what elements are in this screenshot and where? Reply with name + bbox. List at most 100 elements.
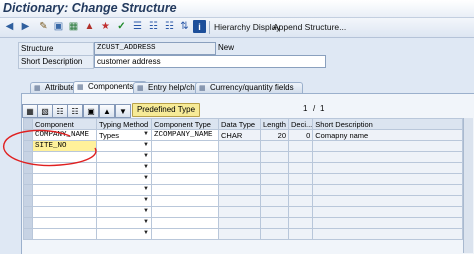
help-icon[interactable]: i bbox=[193, 20, 206, 33]
short-description-label: Short Description bbox=[18, 55, 94, 69]
tab-label: Components bbox=[88, 82, 134, 91]
length-cell bbox=[260, 173, 289, 185]
length-cell bbox=[260, 184, 289, 196]
short-description-cell bbox=[312, 195, 464, 207]
arrow-left-icon[interactable]: ◀ bbox=[3, 20, 16, 33]
typing-method-cell[interactable]: ▼ bbox=[96, 195, 152, 207]
component-cell[interactable] bbox=[32, 217, 97, 229]
typing-method-cell[interactable]: ▼ bbox=[96, 184, 152, 196]
row-selector[interactable] bbox=[23, 228, 33, 240]
typing-method-cell[interactable]: ▼ bbox=[96, 206, 152, 218]
hierarchy-display-button[interactable]: Hierarchy Display bbox=[214, 22, 281, 32]
column-header[interactable]: Component Type bbox=[151, 118, 219, 130]
data-type-cell: CHAR bbox=[218, 129, 261, 141]
paste-icon[interactable]: ☷ bbox=[67, 104, 83, 118]
dropdown-arrow-icon[interactable]: ▼ bbox=[143, 186, 149, 192]
component-type-cell[interactable] bbox=[151, 206, 219, 218]
edit-icon[interactable]: ▣ bbox=[52, 20, 65, 33]
column-header[interactable]: Data Type bbox=[218, 118, 261, 130]
cut-icon[interactable]: ▣ bbox=[83, 104, 99, 118]
transport-icon[interactable]: ▲ bbox=[83, 20, 96, 33]
activate-icon[interactable]: ★ bbox=[99, 20, 112, 33]
column-header[interactable]: Deci... bbox=[287, 118, 314, 130]
tab-currency-quantity[interactable]: ▦ Currency/quantity fields bbox=[195, 82, 303, 93]
dropdown-arrow-icon[interactable]: ▼ bbox=[143, 175, 149, 181]
window-title: Dictionary: Change Structure bbox=[3, 1, 177, 15]
data-type-cell bbox=[218, 173, 261, 185]
row-selector[interactable] bbox=[23, 184, 33, 196]
append-structure-button[interactable]: Append Structure... bbox=[273, 22, 346, 32]
short-description-cell: Comapny name bbox=[312, 129, 464, 141]
dropdown-arrow-icon[interactable]: ▼ bbox=[143, 230, 149, 236]
dropdown-arrow-icon[interactable]: ▼ bbox=[143, 131, 149, 137]
typing-method-cell[interactable]: ▼ bbox=[96, 228, 152, 240]
component-type-cell[interactable] bbox=[151, 228, 219, 240]
decimals-cell bbox=[287, 206, 314, 218]
data-type-cell bbox=[218, 206, 261, 218]
decimals-cell: 0 bbox=[287, 129, 314, 141]
dropdown-arrow-icon[interactable]: ▼ bbox=[143, 164, 149, 170]
component-type-cell[interactable] bbox=[151, 162, 219, 174]
data-type-cell bbox=[218, 162, 261, 174]
length-cell bbox=[260, 217, 289, 229]
row-selector[interactable] bbox=[23, 217, 33, 229]
dropdown-arrow-icon[interactable]: ▼ bbox=[143, 197, 149, 203]
component-cell[interactable] bbox=[32, 206, 97, 218]
component-cell[interactable] bbox=[32, 195, 97, 207]
vertical-scrollbar[interactable] bbox=[463, 118, 473, 253]
length-cell: 20 bbox=[260, 129, 289, 141]
component-cell[interactable] bbox=[32, 228, 97, 240]
short-description-field[interactable]: customer address bbox=[94, 55, 326, 68]
typing-method-cell[interactable]: ▼ bbox=[96, 217, 152, 229]
structure-field: ZCUST_ADDRESS bbox=[94, 42, 216, 55]
data-type-cell bbox=[218, 195, 261, 207]
display-change-icon[interactable]: ✎ bbox=[37, 20, 50, 33]
page-current: 1 bbox=[303, 104, 308, 113]
column-header[interactable]: Short Description bbox=[312, 118, 464, 130]
copy-icon[interactable]: ☷ bbox=[52, 104, 68, 118]
page-total: 1 bbox=[320, 104, 325, 113]
check-icon[interactable]: ✓ bbox=[115, 20, 128, 33]
column-header[interactable]: Length bbox=[260, 118, 289, 130]
component-type-cell[interactable] bbox=[151, 151, 219, 163]
sort-icon[interactable]: ⇅ bbox=[178, 20, 191, 33]
component-type-cell[interactable] bbox=[151, 217, 219, 229]
delete-row-icon[interactable]: ▧ bbox=[37, 104, 53, 118]
up-icon[interactable]: ▲ bbox=[99, 104, 115, 118]
object-list-icon[interactable]: ☰ bbox=[131, 20, 144, 33]
table-row: ▼ bbox=[23, 206, 464, 218]
short-description-cell bbox=[312, 184, 464, 196]
decimals-cell bbox=[287, 228, 314, 240]
title-bar: Dictionary: Change Structure bbox=[0, 0, 474, 18]
where-used-icon[interactable]: ☷ bbox=[163, 20, 176, 33]
hierarchy-icon[interactable]: ☷ bbox=[147, 20, 160, 33]
annotation-circle bbox=[3, 129, 97, 167]
dropdown-arrow-icon[interactable]: ▼ bbox=[143, 153, 149, 159]
component-type-cell[interactable] bbox=[151, 173, 219, 185]
structure-status: New bbox=[218, 43, 235, 52]
down-icon[interactable]: ▼ bbox=[115, 104, 131, 118]
component-cell[interactable] bbox=[32, 184, 97, 196]
row-selector[interactable] bbox=[23, 206, 33, 218]
table-icon[interactable]: ▦ bbox=[67, 20, 80, 33]
length-cell bbox=[260, 228, 289, 240]
length-cell bbox=[260, 151, 289, 163]
dropdown-arrow-icon[interactable]: ▼ bbox=[143, 142, 149, 148]
data-type-cell bbox=[218, 151, 261, 163]
predefined-type-button[interactable]: Predefined Type bbox=[132, 103, 200, 117]
row-selector[interactable] bbox=[23, 195, 33, 207]
insert-row-icon[interactable]: ▦ bbox=[22, 104, 38, 118]
component-type-cell[interactable] bbox=[151, 195, 219, 207]
component-type-cell[interactable]: ZCOMPANY_NAME bbox=[151, 129, 219, 141]
dropdown-arrow-icon[interactable]: ▼ bbox=[143, 208, 149, 214]
page-separator: / bbox=[313, 104, 316, 113]
component-type-cell[interactable] bbox=[151, 184, 219, 196]
structure-label: Structure bbox=[18, 42, 94, 56]
short-description-cell bbox=[312, 162, 464, 174]
arrow-right-icon[interactable]: ▶ bbox=[19, 20, 32, 33]
short-description-cell bbox=[312, 228, 464, 240]
dropdown-arrow-icon[interactable]: ▼ bbox=[143, 219, 149, 225]
decimals-cell bbox=[287, 140, 314, 152]
short-description-cell bbox=[312, 173, 464, 185]
component-type-cell[interactable] bbox=[151, 140, 219, 152]
